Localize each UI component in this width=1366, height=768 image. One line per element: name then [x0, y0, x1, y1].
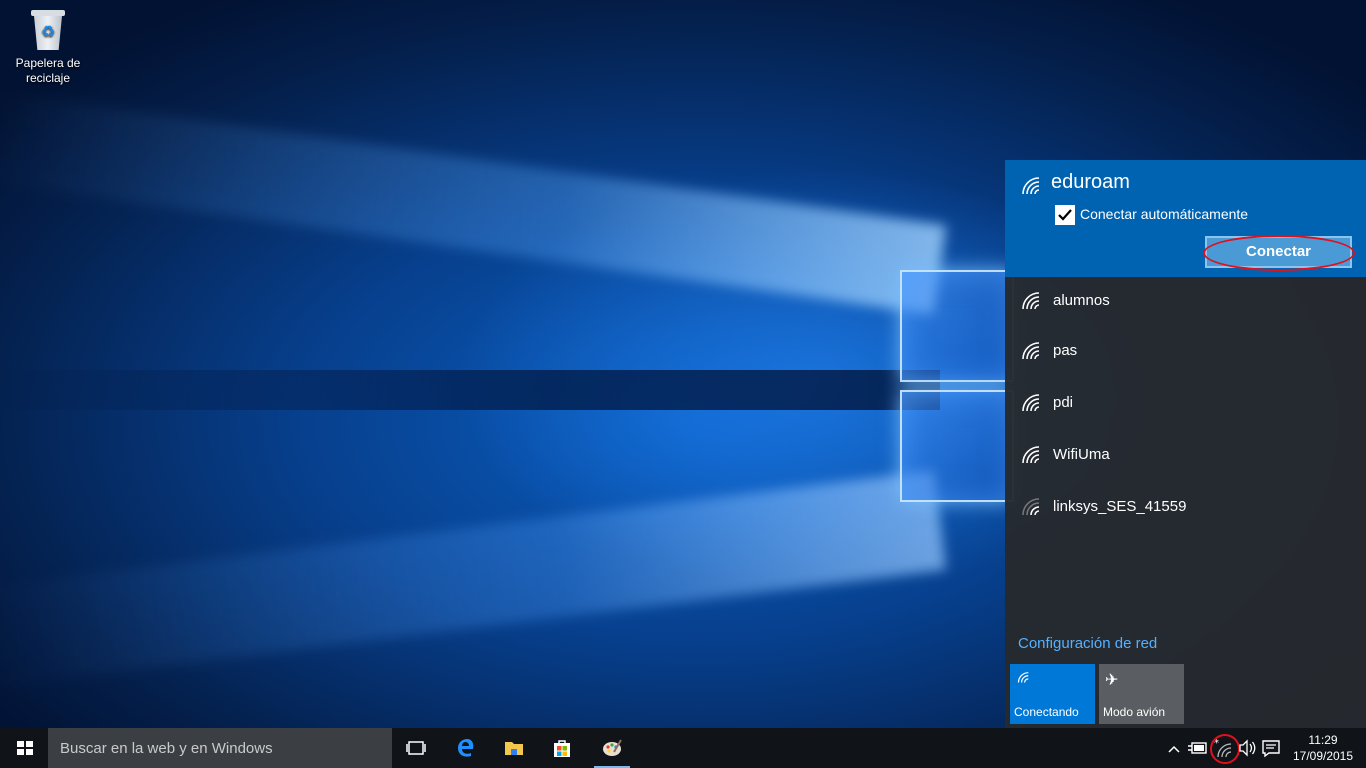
recycle-bin-icon: ♻	[31, 10, 65, 50]
selected-network-name: eduroam	[1051, 171, 1130, 193]
network-name: linksys_SES_41559	[1053, 498, 1187, 515]
network-tray-button[interactable]: *	[1210, 728, 1240, 768]
taskbar: Buscar en la web y en Windows * 11:29 17…	[0, 728, 1366, 768]
speaker-icon	[1239, 739, 1256, 757]
wifi-quick-action-label: Conectando	[1014, 705, 1079, 719]
network-name: pas	[1053, 342, 1078, 359]
network-name: alumnos	[1053, 292, 1110, 309]
network-item-wifiuma[interactable]: WifiUma	[1005, 431, 1366, 481]
action-center-button[interactable]	[1261, 728, 1281, 768]
selected-network-panel[interactable]: eduroam Conectar automáticamente Conecta…	[1005, 160, 1366, 277]
clock-time: 11:29	[1308, 733, 1338, 747]
network-item-pas[interactable]: pas	[1005, 327, 1366, 377]
edge-icon	[458, 739, 474, 757]
wifi-signal-icon	[1019, 289, 1045, 311]
wifi-quick-action[interactable]: Conectando	[1010, 664, 1095, 724]
airplane-icon: ✈	[1105, 672, 1119, 689]
start-button[interactable]	[0, 728, 48, 768]
recycle-bin-label: Papelera de reciclaje	[15, 56, 81, 85]
show-hidden-icons-button[interactable]	[1166, 728, 1182, 768]
network-settings-link[interactable]: Configuración de red	[1018, 635, 1157, 652]
taskbar-clock[interactable]: 11:29 17/09/2015	[1286, 732, 1360, 764]
wifi-signal-icon	[1019, 443, 1045, 465]
paint-button[interactable]	[592, 728, 632, 768]
network-name: WifiUma	[1053, 446, 1110, 463]
edge-button[interactable]	[446, 728, 486, 768]
wallpaper-shadow-beam	[0, 370, 940, 410]
task-view-button[interactable]	[396, 728, 436, 768]
wifi-weak-signal-icon	[1019, 495, 1045, 517]
auto-connect-checkbox[interactable]	[1055, 205, 1075, 225]
airplane-mode-label: Modo avión	[1103, 705, 1166, 719]
network-item-alumnos[interactable]: alumnos	[1005, 277, 1366, 327]
network-item-pdi[interactable]: pdi	[1005, 379, 1366, 429]
wallpaper-window-pane	[900, 270, 1014, 382]
wallpaper-light-beam	[0, 91, 947, 315]
highlight-ring	[1210, 734, 1240, 764]
task-view-icon	[406, 741, 426, 755]
wifi-signal-icon	[1019, 174, 1045, 196]
power-tray-button[interactable]	[1187, 728, 1209, 768]
windows-logo-icon	[17, 741, 33, 755]
folder-icon	[505, 742, 523, 755]
clock-date: 17/09/2015	[1292, 749, 1354, 763]
auto-connect-label: Conectar automáticamente	[1080, 206, 1249, 222]
search-box[interactable]: Buscar en la web y en Windows	[48, 728, 392, 768]
wifi-signal-icon	[1019, 391, 1045, 413]
network-name: pdi	[1053, 394, 1074, 411]
file-explorer-button[interactable]	[494, 728, 534, 768]
highlight-ring	[1203, 235, 1355, 271]
volume-tray-button[interactable]	[1238, 728, 1258, 768]
recycle-bin-shortcut[interactable]: ♻ Papelera de reciclaje	[8, 8, 88, 86]
wifi-icon	[1016, 670, 1032, 684]
wallpaper-light-beam	[0, 470, 947, 687]
wallpaper-window-pane	[900, 390, 1014, 502]
wifi-signal-icon	[1019, 339, 1045, 361]
chevron-up-icon	[1168, 745, 1180, 753]
power-plug-icon	[1188, 742, 1207, 754]
store-icon	[554, 740, 570, 757]
airplane-mode-quick-action[interactable]: ✈ Modo avión	[1099, 664, 1184, 724]
network-item-linksys[interactable]: linksys_SES_41559	[1005, 483, 1366, 533]
search-placeholder: Buscar en la web y en Windows	[60, 740, 273, 757]
paint-palette-icon	[603, 739, 622, 756]
notification-icon	[1262, 740, 1280, 758]
store-button[interactable]	[542, 728, 582, 768]
network-flyout: eduroam Conectar automáticamente Conecta…	[1005, 160, 1366, 728]
